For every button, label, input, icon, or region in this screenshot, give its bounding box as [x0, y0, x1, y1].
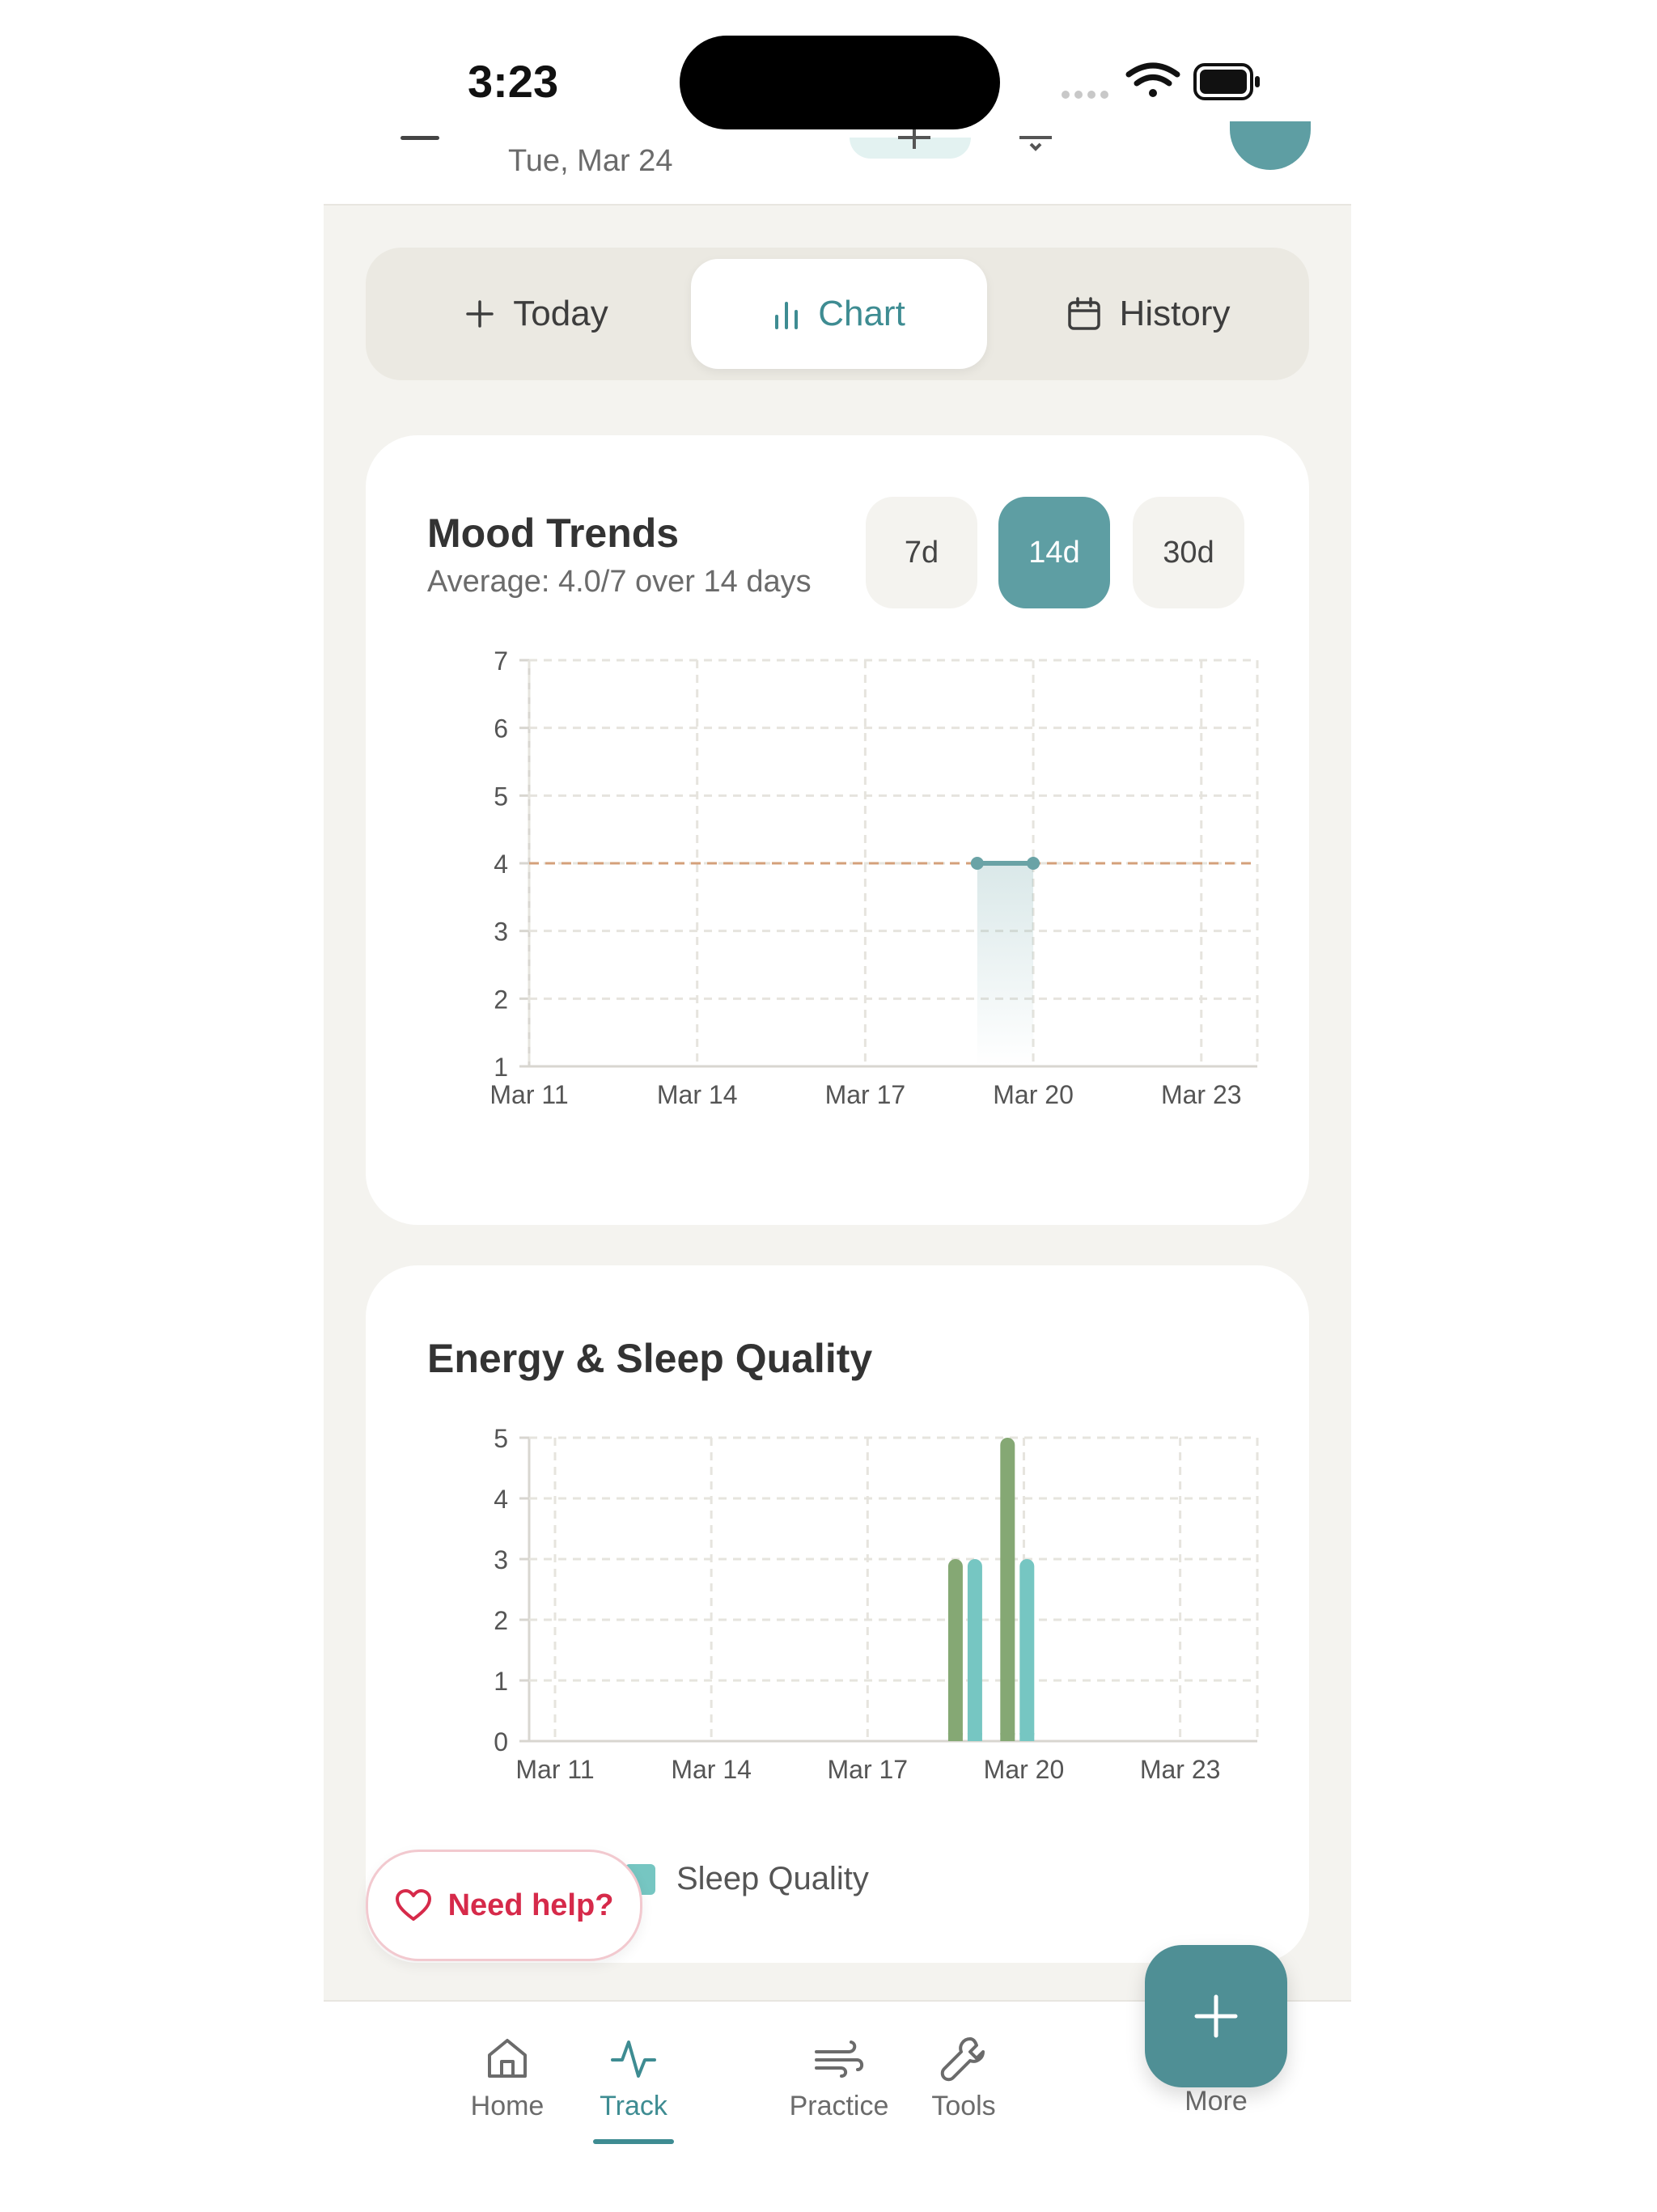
activity-icon	[611, 2040, 656, 2078]
view-switcher: Today Chart History	[366, 248, 1309, 380]
tab-today-label: Today	[513, 294, 608, 333]
legend-sleep-label: Sleep Quality	[676, 1861, 869, 1896]
need-help-label: Need help?	[447, 1888, 614, 1922]
tab-today[interactable]: Today	[382, 259, 691, 369]
tab-track[interactable]: Track	[553, 2034, 714, 2122]
energy-bar	[1000, 1438, 1015, 1741]
energy-bar	[1019, 1559, 1035, 1741]
tab-tools-label: Tools	[931, 2091, 996, 2121]
energy-xtick-label: Mar 20	[984, 1755, 1065, 1784]
header-date: Tue, Mar 24	[508, 144, 673, 178]
energy-bar-base	[1019, 1733, 1035, 1741]
tab-home-label: Home	[470, 2091, 545, 2121]
tab-more-label: More	[1184, 2086, 1248, 2117]
mood-data-point	[970, 857, 984, 870]
energy-bar-base	[967, 1733, 982, 1741]
mood-xtick-label: Mar 23	[1161, 1080, 1242, 1109]
heart-icon	[395, 1889, 431, 1921]
mood-ytick-label: 4	[494, 850, 508, 879]
mood-ytick-label: 6	[494, 714, 508, 744]
active-tab-indicator	[593, 2139, 674, 2144]
mood-xtick-label: Mar 20	[993, 1080, 1074, 1109]
mood-chart: 1 2 3 4 5 6 7 Mar 11 Mar 14 Mar 17 Mar 20 Mar 23	[489, 646, 1259, 1109]
energy-bar	[967, 1559, 982, 1741]
mood-area	[977, 863, 1034, 1066]
status-time: 3:23	[468, 56, 559, 107]
mood-xtick-label: Mar 14	[657, 1080, 738, 1109]
mood-ytick-label: 7	[494, 646, 508, 676]
calendar-icon	[1067, 297, 1100, 330]
tab-more[interactable]: More	[1135, 2086, 1297, 2117]
energy-xtick-label: Mar 14	[671, 1755, 752, 1784]
energy-ytick-label: 5	[494, 1424, 508, 1453]
add-entry-button[interactable]	[1145, 1945, 1287, 2087]
menu-icon[interactable]	[400, 136, 439, 140]
wind-icon	[815, 2040, 864, 2078]
tab-history[interactable]: History	[987, 259, 1309, 369]
avatar[interactable]	[1230, 121, 1311, 170]
dynamic-island	[680, 36, 1000, 129]
mood-xtick-label: Mar 17	[825, 1080, 906, 1109]
energy-ytick-label: 0	[494, 1727, 508, 1756]
tab-chart[interactable]: Chart	[691, 259, 987, 369]
energy-ytick-label: 4	[494, 1485, 508, 1514]
energy-bar-base	[1000, 1733, 1015, 1741]
need-help-button[interactable]: Need help?	[366, 1850, 642, 1961]
mood-ytick-label: 5	[494, 782, 508, 811]
energy-xtick-label: Mar 17	[828, 1755, 909, 1784]
header-divider	[324, 204, 1351, 206]
signal-icon	[1062, 91, 1108, 99]
wifi-icon	[1125, 62, 1180, 97]
tab-chart-label: Chart	[818, 294, 905, 333]
mood-ytick-label: 1	[494, 1053, 508, 1082]
mood-data-point	[1027, 857, 1040, 870]
energy-xtick-label: Mar 23	[1140, 1755, 1221, 1784]
tab-tools[interactable]: Tools	[883, 2034, 1045, 2122]
energy-bar	[947, 1559, 963, 1741]
app-screen: 3:23 Tue, Mar 24 Today Chart History Moo…	[324, 0, 1351, 2212]
mood-ytick-label: 2	[494, 985, 508, 1014]
plus-icon	[1194, 1994, 1238, 2038]
mood-xtick-label: Mar 11	[489, 1080, 568, 1109]
home-icon	[488, 2039, 527, 2078]
energy-ytick-label: 3	[494, 1545, 508, 1574]
tab-practice-label: Practice	[789, 2091, 889, 2121]
tab-history-label: History	[1119, 294, 1231, 333]
wrench-icon	[940, 2037, 985, 2082]
plus-icon	[466, 300, 494, 328]
energy-bar-base	[947, 1733, 963, 1741]
mood-trends-card: Mood Trends Average: 4.0/7 over 14 days …	[366, 435, 1309, 1225]
status-icons	[1062, 62, 1260, 100]
legend-sleep-quality: Sleep Quality	[625, 1861, 869, 1897]
settings-icon[interactable]	[898, 129, 930, 154]
mood-ytick-label: 3	[494, 917, 508, 947]
bar-chart-icon	[775, 302, 799, 329]
tab-track-label: Track	[600, 2091, 667, 2121]
energy-xtick-label: Mar 11	[515, 1755, 594, 1784]
energy-ytick-label: 2	[494, 1606, 508, 1635]
battery-icon	[1193, 63, 1260, 100]
energy-ytick-label: 1	[494, 1667, 508, 1696]
filter-icon[interactable]	[1019, 129, 1052, 154]
